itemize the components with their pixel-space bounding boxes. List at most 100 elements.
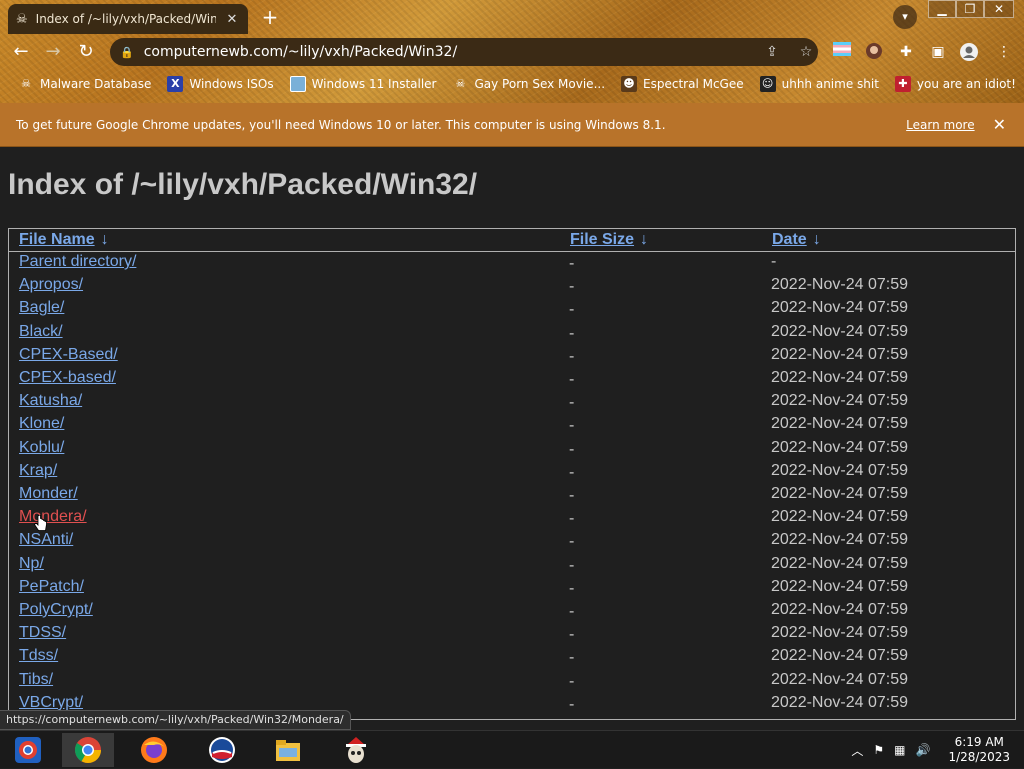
directory-link[interactable]: Apropos/	[19, 276, 83, 294]
directory-link[interactable]: NSAnti/	[19, 531, 73, 549]
forward-button[interactable]: →	[42, 42, 64, 64]
file-size-cell: -	[569, 626, 575, 644]
directory-link[interactable]: Mondera/	[19, 508, 87, 526]
table-row: Katusha/ - 2022-Nov-24 07:59	[9, 392, 1015, 415]
sort-down-icon: ↓	[812, 231, 821, 248]
update-infobar: To get future Google Chrome updates, you…	[0, 103, 1024, 147]
bookmark-malware-database[interactable]: ☠ Malware Database	[18, 76, 151, 92]
directory-link[interactable]: Parent directory/	[19, 253, 136, 271]
sort-by-size-link[interactable]: File Size ↓	[570, 231, 648, 249]
restore-button[interactable]: ❐	[956, 0, 984, 18]
show-hidden-icons-icon[interactable]: ︿	[851, 742, 863, 759]
bookmark-espectral-mcgee[interactable]: ☻ Espectral McGee	[621, 76, 744, 92]
close-window-button[interactable]: ✕	[984, 0, 1014, 18]
directory-link[interactable]: PePatch/	[19, 578, 84, 596]
system-clock[interactable]: 6:19 AM 1/28/2023	[948, 735, 1010, 765]
table-header: File Name ↓ File Size ↓ Date ↓	[9, 229, 1015, 252]
profile-icon[interactable]	[959, 42, 979, 62]
directory-link[interactable]: Monder/	[19, 485, 78, 503]
directory-link[interactable]: PolyCrypt/	[19, 601, 93, 619]
file-size-cell: -	[569, 301, 575, 319]
tab-close-icon[interactable]: ✕	[224, 12, 240, 27]
date-cell: 2022-Nov-24 07:59	[771, 485, 908, 502]
bookmark-star-icon[interactable]: ☆	[794, 44, 818, 60]
directory-link[interactable]: Klone/	[19, 415, 64, 433]
file-size-cell: -	[569, 579, 575, 597]
directory-link[interactable]: Np/	[19, 555, 44, 573]
taskbar-chrome-icon[interactable]	[62, 733, 114, 767]
table-row: Krap/ - 2022-Nov-24 07:59	[9, 462, 1015, 485]
bookmark-windows-11-installer[interactable]: Windows 11 Installer	[289, 76, 436, 92]
volume-icon[interactable]: 🔊	[916, 743, 931, 757]
side-panel-icon[interactable]: ▣	[928, 42, 948, 62]
date-cell: 2022-Nov-24 07:59	[771, 554, 908, 572]
file-size-cell: -	[569, 510, 575, 528]
date-cell: 2022-Nov-24 07:59	[771, 670, 908, 688]
file-size-cell: -	[569, 603, 575, 620]
directory-link[interactable]: Katusha/	[19, 392, 82, 410]
minimize-button[interactable]: ▁	[928, 0, 956, 18]
infobar-close-icon[interactable]: ✕	[993, 115, 1006, 134]
directory-link[interactable]: Bagle/	[19, 299, 64, 317]
system-tray: ︿ ⚑ ▦ 🔊 6:19 AM 1/28/2023	[851, 731, 1024, 769]
file-size-cell: -	[569, 278, 575, 296]
menu-kebab-icon[interactable]: ⋮	[994, 42, 1014, 62]
file-size-cell: -	[569, 371, 575, 388]
directory-link[interactable]: Black/	[19, 323, 63, 341]
trans-flag-extension-icon[interactable]	[832, 42, 852, 62]
extensions-puzzle-icon[interactable]: ✚	[896, 42, 916, 62]
date-cell: 2022-Nov-24 07:59	[771, 577, 908, 595]
file-size-cell: -	[569, 556, 575, 574]
file-size-cell: -	[569, 672, 575, 690]
face-icon: ☻	[621, 76, 638, 92]
date-cell: 2022-Nov-24 07:59	[771, 345, 908, 363]
bookmark-you-are-an-idiot[interactable]: ✚ you are an idiot!	[894, 76, 1016, 92]
tab-title: Index of /~lily/vxh/Packed/Win32/	[35, 12, 216, 26]
taskbar-firefox-icon[interactable]	[128, 733, 180, 767]
directory-link[interactable]: Tdss/	[19, 647, 58, 665]
table-row: Black/ - 2022-Nov-24 07:59	[9, 323, 1015, 346]
share-icon[interactable]: ⇪	[760, 44, 784, 60]
taskbar-obama-icon[interactable]	[196, 733, 248, 767]
directory-link[interactable]: TDSS/	[19, 624, 66, 642]
sort-by-name-link[interactable]: File Name ↓	[19, 231, 109, 249]
learn-more-link[interactable]: Learn more	[906, 118, 974, 132]
sort-by-date-link[interactable]: Date ↓	[772, 231, 821, 249]
directory-link[interactable]: CPEX-Based/	[19, 346, 118, 364]
address-url: computernewb.com/~lily/vxh/Packed/Win32/	[143, 44, 458, 60]
address-bar[interactable]: 🔒 computernewb.com/~lily/vxh/Packed/Win3…	[110, 38, 818, 66]
taskbar: ︿ ⚑ ▦ 🔊 6:19 AM 1/28/2023	[0, 730, 1024, 768]
new-tab-button[interactable]: +	[258, 5, 282, 29]
back-button[interactable]: ←	[10, 42, 32, 64]
taskbar-santa-skull-icon[interactable]	[330, 733, 382, 767]
table-row: Mondera/ - 2022-Nov-24 07:59	[9, 508, 1015, 531]
bookmark-gay-porn-sex-movie[interactable]: ☠ Gay Porn Sex Movie...	[452, 76, 605, 92]
table-row: Np/ - 2022-Nov-24 07:59	[9, 555, 1015, 578]
reload-button[interactable]: ↻	[75, 42, 97, 64]
date-cell: 2022-Nov-24 07:59	[771, 508, 908, 526]
skull-icon: ☠	[455, 77, 466, 90]
table-row: CPEX-Based/ - 2022-Nov-24 07:59	[9, 346, 1015, 369]
directory-link[interactable]: Tibs/	[19, 671, 53, 689]
file-size-cell: -	[569, 324, 575, 342]
browser-tab[interactable]: ☠ Index of /~lily/vxh/Packed/Win32/ ✕	[8, 4, 248, 34]
table-row: Monder/ - 2022-Nov-24 07:59	[9, 485, 1015, 508]
file-size-cell: -	[569, 649, 575, 667]
taskbar-chrome-os-icon[interactable]	[2, 733, 54, 767]
avatar-extension-icon[interactable]	[864, 42, 884, 62]
directory-link[interactable]: CPEX-based/	[19, 369, 116, 387]
date-cell: 2022-Nov-24 07:59	[771, 624, 908, 642]
directory-link[interactable]: Koblu/	[19, 439, 64, 457]
directory-link[interactable]: Krap/	[19, 462, 57, 480]
bookmark-windows-isos[interactable]: X Windows ISOs	[167, 76, 274, 92]
file-size-cell: -	[569, 255, 575, 272]
bookmark-uhhh-anime-shit[interactable]: ☺ uhhh anime shit	[759, 76, 879, 92]
tab-search-button[interactable]: ▾	[893, 5, 917, 29]
action-center-flag-icon[interactable]: ⚑	[873, 743, 884, 757]
taskbar-file-explorer-icon[interactable]	[262, 733, 314, 767]
network-icon[interactable]: ▦	[894, 743, 905, 757]
date-cell: 2022-Nov-24 07:59	[771, 369, 908, 386]
date-cell: 2022-Nov-24 07:59	[771, 322, 908, 340]
skull-icon: ☠	[21, 77, 31, 90]
file-size-cell: -	[569, 417, 575, 435]
